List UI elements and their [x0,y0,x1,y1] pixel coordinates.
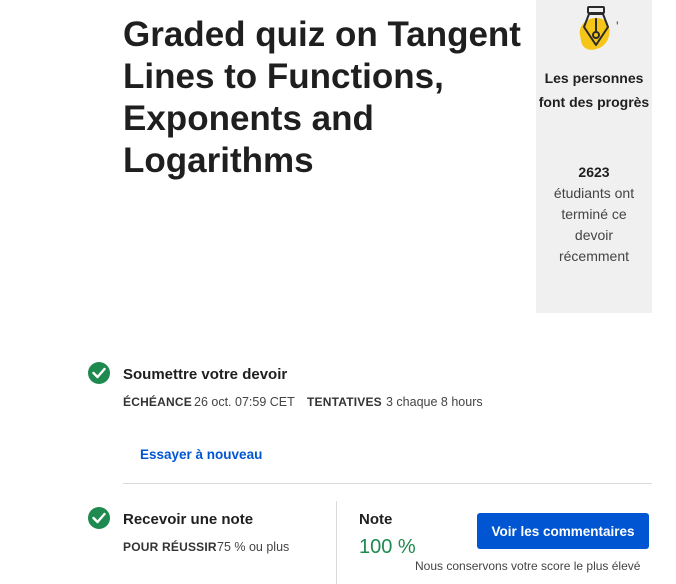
grade-step-title: Recevoir une note [123,511,254,528]
submit-complete-icon [88,362,110,384]
pass-label: POUR RÉUSSIR [123,540,217,554]
view-feedback-button[interactable]: Voir les commentaires [477,513,649,549]
grade-value: 100 % [359,536,416,558]
page-title: Graded quiz on Tangent Lines to Function… [123,15,521,180]
submit-step-title: Soumettre votre devoir [123,366,288,383]
attempts-label: TENTATIVES [307,395,382,409]
progress-card: ' Les personnes font des progrès 2623 ét… [536,0,652,313]
grade-complete-icon [88,507,110,529]
attempts-value: 3 chaque 8 hours [386,395,483,409]
deadline-label: ÉCHÉANCE [123,395,192,409]
pass-value: 75 % ou plus [217,540,290,554]
progress-heading: Les personnes font des progrès [538,70,650,110]
section-divider [123,483,652,484]
grade-label: Note [359,511,393,528]
grade-column-divider [336,501,337,584]
deadline-value: 26 oct. 07:59 CET [194,395,295,409]
retry-link[interactable]: Essayer à nouveau [140,447,262,462]
completed-count: 2623 [578,164,610,180]
apostrophe-mark: ' [616,18,619,34]
highest-score-note: Nous conservons votre score le plus élev… [415,559,641,573]
progress-description: étudiants ont terminé ce devoir récemmen… [553,185,635,264]
